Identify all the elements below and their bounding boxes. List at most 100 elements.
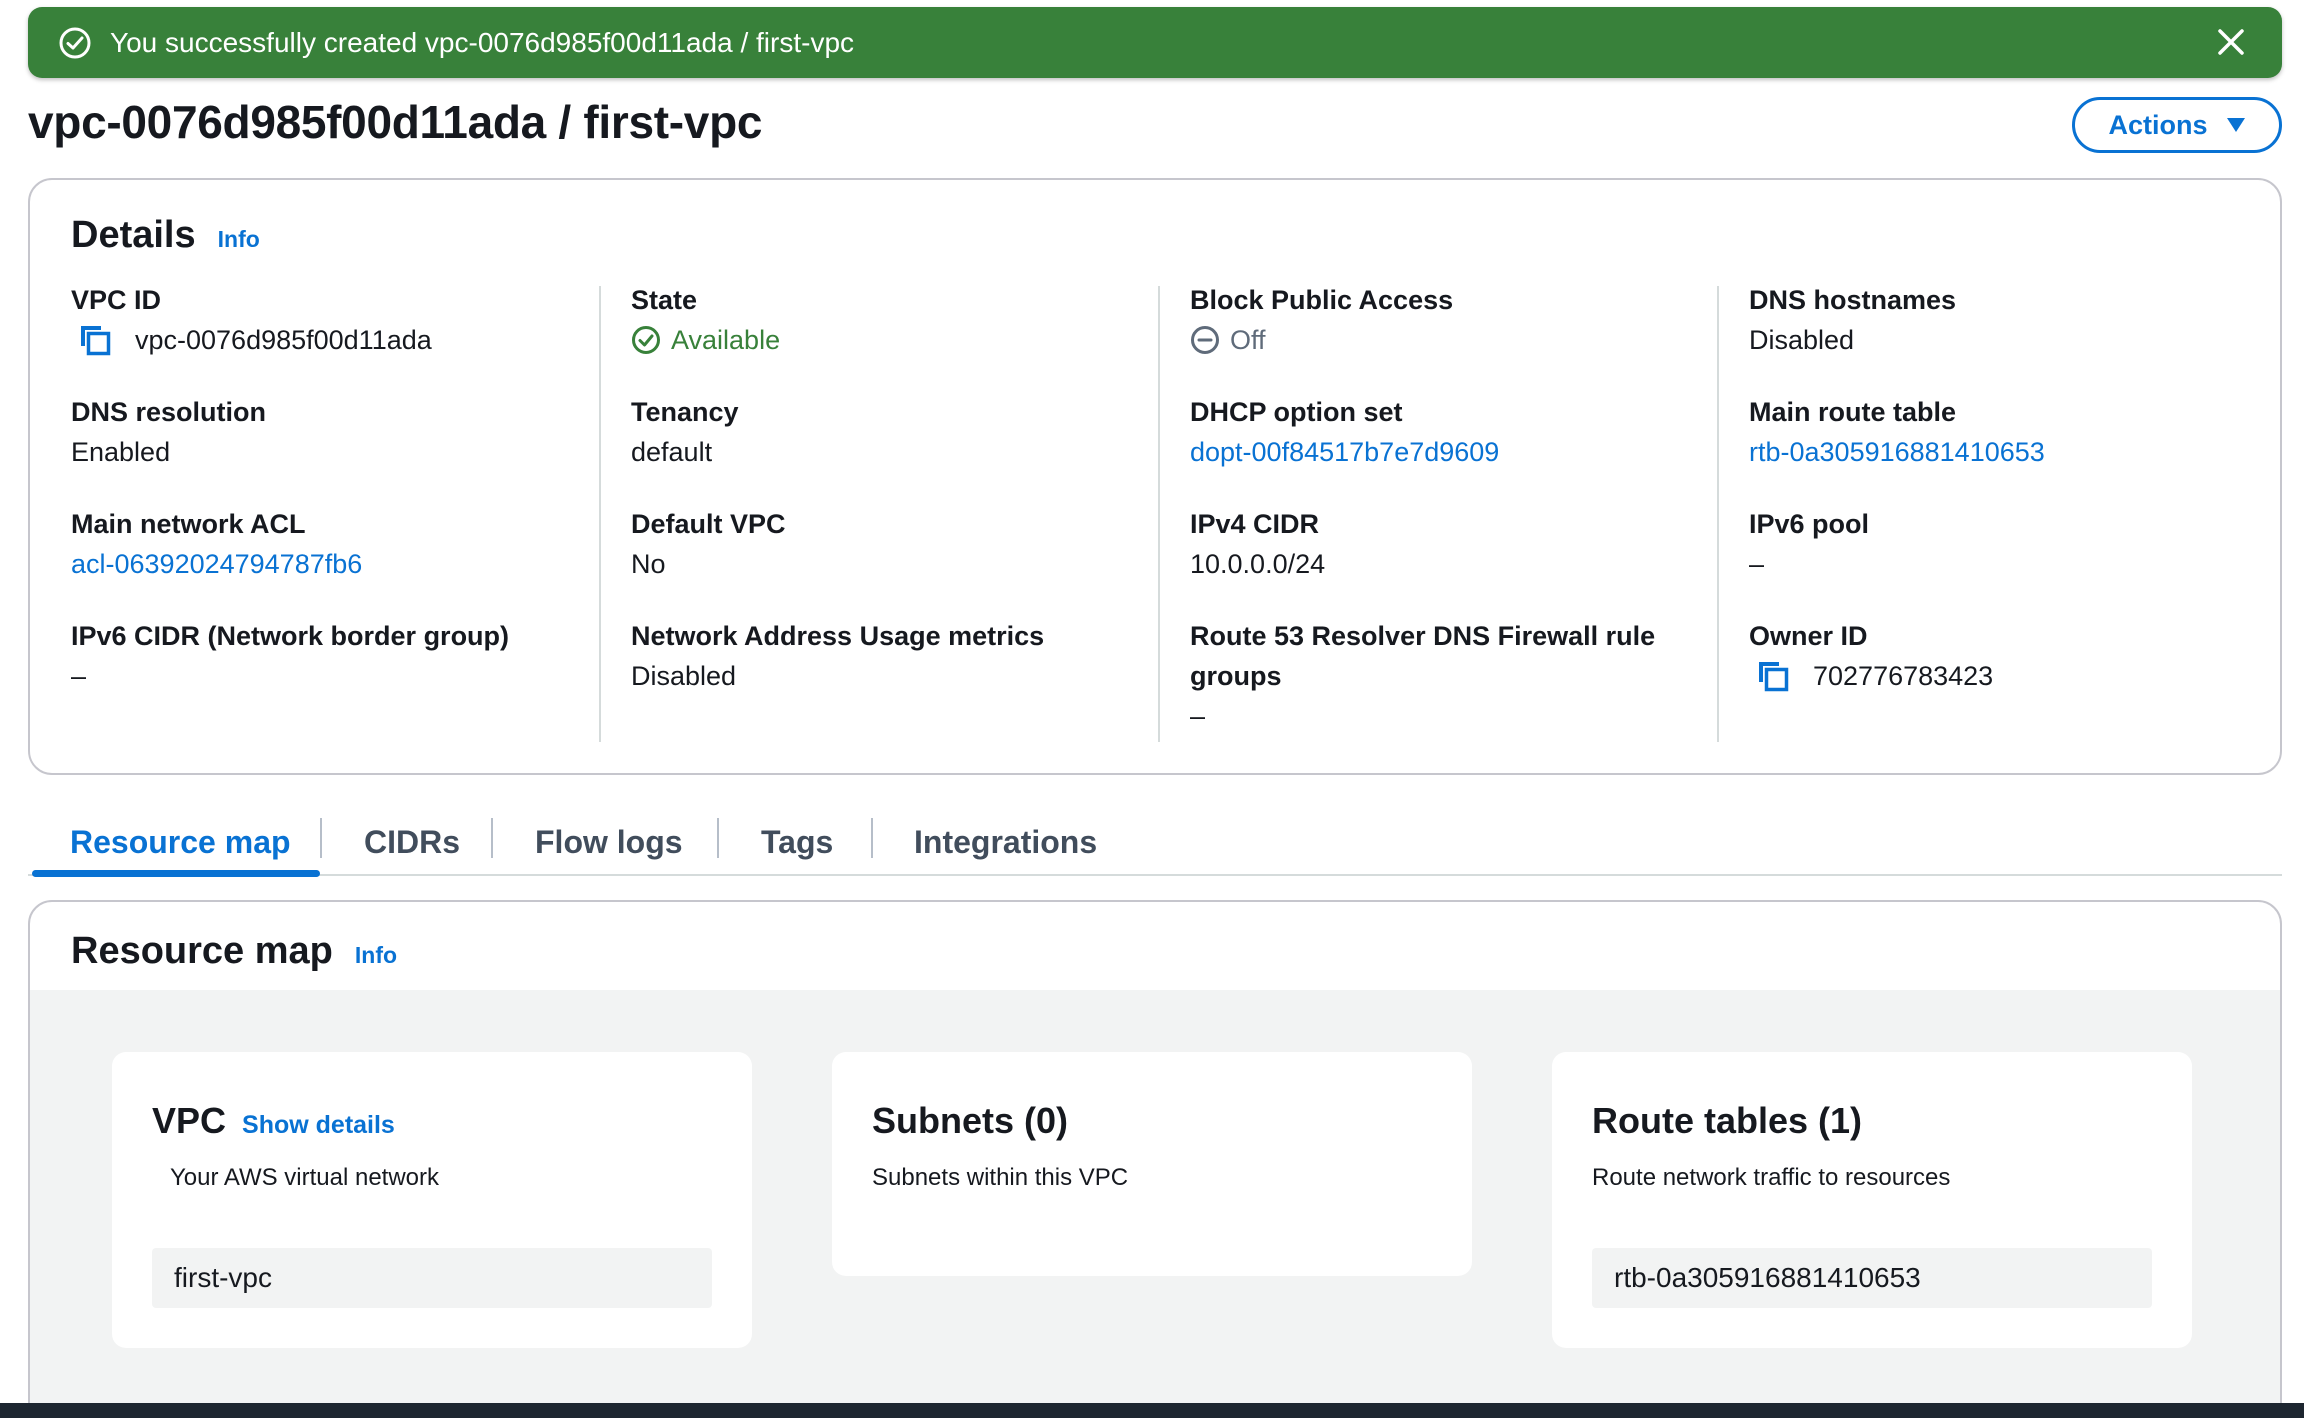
tab-bar: Resource map CIDRs Flow logs Tags Integr… bbox=[28, 810, 2282, 877]
main-route-table-label: Main route table bbox=[1749, 397, 1957, 427]
caret-down-icon bbox=[2226, 118, 2245, 132]
main-route-table-link[interactable]: rtb-0a305916881410653 bbox=[1749, 432, 2045, 472]
field-ipv4-cidr: IPv4 CIDR 10.0.0.0/24 bbox=[1190, 504, 1325, 584]
field-dns-hostnames: DNS hostnames Disabled bbox=[1749, 280, 1956, 360]
main-network-acl-link[interactable]: acl-06392024794787fb6 bbox=[71, 544, 362, 584]
field-main-route-table: Main route table rtb-0a305916881410653 bbox=[1749, 392, 2045, 472]
details-panel: Details Info VPC ID vpc-0076d985f00d11ad… bbox=[28, 178, 2282, 775]
route53-firewall-label: Route 53 Resolver DNS Firewall rule bbox=[1190, 621, 1656, 651]
vpc-card-header: VPC Show details bbox=[152, 1100, 395, 1142]
block-public-access-label: Block Public Access bbox=[1190, 285, 1454, 315]
check-circle-icon bbox=[59, 27, 91, 58]
vpc-id-label: VPC ID bbox=[71, 285, 162, 315]
minus-circle-icon bbox=[1191, 326, 1219, 354]
subnets-card-subtitle: Subnets within this VPC bbox=[872, 1164, 1129, 1191]
route53-firewall-value: – bbox=[1190, 701, 1206, 731]
resource-map-title: Resource map bbox=[71, 930, 333, 972]
block-public-access-value-row: Off bbox=[1190, 320, 1453, 360]
details-title: Details bbox=[71, 214, 196, 256]
vpc-id-value: vpc-0076d985f00d11ada bbox=[135, 325, 432, 355]
tab-flow-logs[interactable]: Flow logs bbox=[535, 810, 683, 874]
tab-separator bbox=[717, 818, 719, 858]
main-network-acl-label: Main network ACL bbox=[71, 509, 306, 539]
owner-id-label: Owner ID bbox=[1749, 621, 1868, 651]
vpc-id-value-row: vpc-0076d985f00d11ada bbox=[71, 320, 432, 360]
vpc-item[interactable]: first-vpc bbox=[152, 1248, 712, 1308]
ipv6-cidr-label: IPv6 CIDR (Network border group) bbox=[71, 621, 510, 651]
show-details-link[interactable]: Show details bbox=[242, 1111, 395, 1140]
details-info-link[interactable]: Info bbox=[218, 226, 260, 253]
column-divider bbox=[1158, 286, 1160, 742]
vpc-card-subtitle: Your AWS virtual network bbox=[170, 1164, 440, 1191]
actions-dropdown-button[interactable]: Actions bbox=[2072, 97, 2282, 153]
owner-id-value-row: 702776783423 bbox=[1749, 656, 1993, 696]
actions-label: Actions bbox=[2108, 109, 2208, 140]
flash-message: You successfully created vpc-0076d985f00… bbox=[110, 26, 855, 58]
tenancy-value: default bbox=[631, 437, 713, 467]
tab-resource-map[interactable]: Resource map bbox=[70, 810, 291, 874]
tab-cidrs[interactable]: CIDRs bbox=[364, 810, 460, 874]
tab-separator bbox=[320, 818, 322, 858]
dhcp-option-set-link[interactable]: dopt-00f84517b7e7d9609 bbox=[1190, 432, 1499, 472]
tab-tags[interactable]: Tags bbox=[761, 810, 833, 874]
ipv4-cidr-label: IPv4 CIDR bbox=[1190, 509, 1320, 539]
dns-resolution-value: Enabled bbox=[71, 437, 171, 467]
field-owner-id: Owner ID 702776783423 bbox=[1749, 616, 1993, 696]
check-circle-icon bbox=[632, 326, 660, 354]
default-vpc-label: Default VPC bbox=[631, 509, 786, 539]
resource-map-info-link[interactable]: Info bbox=[355, 942, 397, 969]
route-table-item[interactable]: rtb-0a305916881410653 bbox=[1592, 1248, 2152, 1308]
column-divider bbox=[1717, 286, 1719, 742]
route53-firewall-label-cont: groups bbox=[1190, 661, 1282, 691]
success-flash-banner: You successfully created vpc-0076d985f00… bbox=[28, 7, 2282, 78]
ipv6-cidr-value: – bbox=[71, 661, 87, 691]
field-tenancy: Tenancy default bbox=[631, 392, 739, 472]
field-vpc-id: VPC ID vpc-0076d985f00d11ada bbox=[71, 280, 432, 360]
default-vpc-value: No bbox=[631, 549, 666, 579]
vpc-card: VPC Show details Your AWS virtual networ… bbox=[112, 1052, 752, 1348]
details-header: Details Info bbox=[71, 214, 260, 257]
ipv4-cidr-value: 10.0.0.0/24 bbox=[1190, 549, 1326, 579]
tenancy-label: Tenancy bbox=[631, 397, 739, 427]
state-value: Available bbox=[671, 325, 781, 355]
tab-separator bbox=[491, 818, 493, 858]
nau-metrics-value: Disabled bbox=[631, 661, 737, 691]
resource-map-panel: Resource map Info VPC Show details Your … bbox=[28, 900, 2282, 1418]
field-ipv6-cidr: IPv6 CIDR (Network border group) – bbox=[71, 616, 509, 696]
route-tables-card-title: Route tables (1) bbox=[1592, 1100, 1863, 1141]
field-state: State Available bbox=[631, 280, 780, 360]
field-main-network-acl: Main network ACL acl-06392024794787fb6 bbox=[71, 504, 362, 584]
copy-icon[interactable] bbox=[1755, 658, 1791, 694]
ipv6-pool-value: – bbox=[1749, 549, 1765, 579]
field-block-public-access: Block Public Access Off bbox=[1190, 280, 1453, 360]
dns-hostnames-label: DNS hostnames bbox=[1749, 285, 1957, 315]
resource-map-canvas: VPC Show details Your AWS virtual networ… bbox=[30, 990, 2280, 1418]
bottom-bar bbox=[0, 1403, 2304, 1418]
copy-icon[interactable] bbox=[77, 322, 113, 358]
route-tables-card-subtitle: Route network traffic to resources bbox=[1592, 1164, 1951, 1191]
subnets-card: Subnets (0) Subnets within this VPC bbox=[832, 1052, 1472, 1276]
field-route53-firewall: Route 53 Resolver DNS Firewall rule grou… bbox=[1190, 616, 1655, 736]
state-label: State bbox=[631, 285, 698, 315]
dns-hostnames-value: Disabled bbox=[1749, 325, 1855, 355]
state-value-row: Available bbox=[631, 320, 780, 360]
column-divider bbox=[599, 286, 601, 742]
dns-resolution-label: DNS resolution bbox=[71, 397, 267, 427]
dhcp-option-set-label: DHCP option set bbox=[1190, 397, 1403, 427]
field-dns-resolution: DNS resolution Enabled bbox=[71, 392, 266, 472]
field-default-vpc: Default VPC No bbox=[631, 504, 786, 584]
active-tab-indicator bbox=[32, 870, 320, 877]
owner-id-value: 702776783423 bbox=[1813, 661, 1994, 691]
route-tables-card: Route tables (1) Route network traffic t… bbox=[1552, 1052, 2192, 1348]
nau-metrics-label: Network Address Usage metrics bbox=[631, 621, 1045, 651]
resource-map-header: Resource map Info bbox=[71, 930, 397, 973]
tab-separator bbox=[871, 818, 873, 858]
field-ipv6-pool: IPv6 pool – bbox=[1749, 504, 1869, 584]
page-title: vpc-0076d985f00d11ada / first-vpc bbox=[28, 96, 763, 148]
block-public-access-value: Off bbox=[1230, 325, 1266, 355]
close-icon[interactable] bbox=[2214, 25, 2248, 59]
route-tables-card-header: Route tables (1) bbox=[1592, 1100, 1862, 1142]
subnets-card-title: Subnets (0) bbox=[872, 1100, 1069, 1141]
tab-integrations[interactable]: Integrations bbox=[914, 810, 1097, 874]
field-nau-metrics: Network Address Usage metrics Disabled bbox=[631, 616, 1044, 696]
